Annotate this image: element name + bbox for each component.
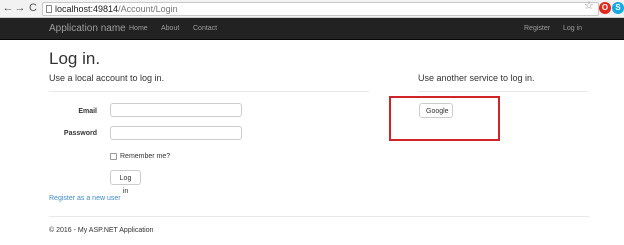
url-path: /Account/Login	[118, 4, 178, 14]
brand-link[interactable]: Application name	[49, 23, 126, 34]
bookmark-star-icon[interactable]: ☆	[584, 0, 594, 12]
skype-extension-icon[interactable]: S	[612, 2, 624, 14]
email-label: Email	[78, 108, 97, 115]
back-icon[interactable]: ←	[2, 1, 14, 15]
address-bar[interactable]: localhost:49814/Account/Login	[42, 2, 599, 16]
page-title: Log in.	[49, 49, 101, 68]
email-field[interactable]	[110, 103, 242, 117]
login-button[interactable]: Log in	[110, 170, 141, 195]
forward-icon[interactable]: →	[14, 1, 26, 15]
nav-contact-link[interactable]: Contact	[193, 25, 217, 32]
page-icon	[46, 5, 52, 13]
opera-extension-icon[interactable]: O	[599, 2, 611, 14]
nav-register-link[interactable]: Register	[524, 25, 550, 32]
external-section-divider	[418, 91, 588, 92]
remember-me-checkbox[interactable]	[110, 153, 117, 160]
url-host: localhost:49814	[55, 4, 119, 14]
reload-icon[interactable]: C	[27, 1, 39, 15]
footer-divider	[49, 216, 589, 217]
password-label: Password	[63, 130, 97, 137]
site-navbar: Application name Home About Contact Regi…	[0, 18, 624, 40]
browser-toolbar: ← → C localhost:49814/Account/Login ☆ O …	[0, 0, 624, 18]
local-section-divider	[49, 91, 369, 92]
nav-about-link[interactable]: About	[161, 25, 179, 32]
password-field[interactable]	[110, 126, 242, 140]
register-new-user-link[interactable]: Register as a new user	[49, 195, 121, 202]
nav-home-link[interactable]: Home	[129, 25, 148, 32]
footer-copyright: © 2016 - My ASP.NET Application	[49, 227, 154, 234]
address-url: localhost:49814/Account/Login	[55, 3, 178, 15]
nav-login-link[interactable]: Log in	[563, 25, 582, 32]
local-account-heading: Use a local account to log in.	[49, 73, 165, 83]
google-highlight-box	[389, 96, 500, 141]
external-service-heading: Use another service to log in.	[418, 73, 535, 83]
remember-me-label[interactable]: Remember me?	[120, 153, 170, 160]
